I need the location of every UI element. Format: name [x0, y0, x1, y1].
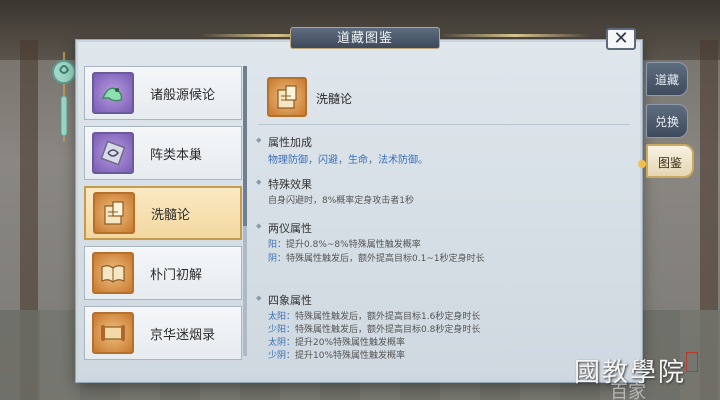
- liangyi-text: 提升0.8%~8%特殊属性触发概率: [286, 240, 421, 250]
- list-item-label: 洗髓论: [151, 207, 191, 223]
- section-sixiang-title: 四象属性: [256, 292, 312, 308]
- liangyi-text: 特殊属性触发后，额外提高目标0.1~1秒定身时长: [286, 254, 485, 264]
- title-ornament-right: [440, 34, 590, 37]
- liangyi-tag: 阴：: [268, 254, 287, 264]
- scroll-book-icon: [93, 192, 135, 234]
- list-item-xisuilun[interactable]: 洗髓论: [84, 186, 242, 240]
- sixiang-line: 太阴：提升20%特殊属性触发概率: [268, 335, 405, 348]
- scroll-book-icon: [267, 77, 307, 117]
- tab-active-indicator: [638, 160, 646, 168]
- detail-title: 洗髓论: [316, 92, 353, 106]
- sixiang-line: 少阴：提升10%特殊属性触发概率: [268, 348, 405, 361]
- list-item-pumenchujie[interactable]: 朴门初解: [84, 246, 242, 300]
- watermark-seal: [686, 352, 698, 372]
- close-button[interactable]: ✕: [606, 28, 636, 50]
- tab-duihuan[interactable]: 兑换: [646, 104, 688, 138]
- sixiang-tag: 太阴：: [268, 338, 296, 348]
- section-special-value: 自身闪避时，8%概率定身攻击者1秒: [268, 196, 415, 206]
- window-title: 道藏图鉴: [290, 27, 440, 49]
- liangyi-line: 阳：提升0.8%~8%特殊属性触发概率: [268, 237, 421, 250]
- list-item-label: 京华迷烟录: [150, 327, 216, 343]
- liangyi-tag: 阳：: [268, 240, 287, 250]
- list-scroll-thumb[interactable]: [243, 66, 247, 226]
- sixiang-line: 少阳：特殊属性触发后，额外提高目标0.8秒定身时长: [268, 322, 480, 335]
- sixiang-line: 太阳：特殊属性触发后，额外提高目标1.6秒定身时长: [268, 309, 480, 322]
- sixiang-text: 提升10%特殊属性触发概率: [295, 351, 406, 361]
- sixiang-tag: 少阳：: [268, 325, 296, 335]
- section-special-title: 特殊效果: [256, 176, 312, 192]
- tab-tujian[interactable]: 图鉴: [646, 144, 694, 178]
- sixiang-text: 提升20%特殊属性触发概率: [295, 338, 406, 348]
- section-attr-bonus-value: 物理防御，闪避，生命，法术防御。: [268, 155, 428, 166]
- list-item-jinghuamiyanlu[interactable]: 京华迷烟录: [84, 306, 242, 360]
- list-item-label: 朴门初解: [150, 267, 203, 283]
- sixiang-tag: 少阴：: [268, 351, 296, 361]
- section-attr-bonus-title: 属性加成: [256, 134, 312, 150]
- jade-dragon-icon: [92, 72, 134, 114]
- liangyi-line: 阴：特殊属性触发后，额外提高目标0.1~1秒定身时长: [268, 251, 485, 264]
- open-book-icon: [92, 252, 134, 294]
- list-item-zhubanyuanhoulun[interactable]: 诸般源候论: [84, 66, 242, 120]
- tab-daozang[interactable]: 道藏: [646, 62, 688, 96]
- scroll-icon: [92, 312, 134, 354]
- list-item-zhenleibenchao[interactable]: 阵类本巢: [84, 126, 242, 180]
- section-liangyi-title: 两仪属性: [256, 220, 312, 236]
- list-item-label: 诸般源候论: [150, 87, 216, 103]
- detail-divider: [258, 124, 630, 125]
- watermark-sub: 百家: [610, 382, 646, 400]
- sixiang-text: 特殊属性触发后，额外提高目标0.8秒定身时长: [295, 325, 481, 335]
- sixiang-text: 特殊属性触发后，额外提高目标1.6秒定身时长: [295, 312, 481, 322]
- rune-token-icon: [92, 132, 134, 174]
- sixiang-tag: 太阳：: [268, 312, 296, 322]
- list-item-label: 阵类本巢: [150, 147, 203, 163]
